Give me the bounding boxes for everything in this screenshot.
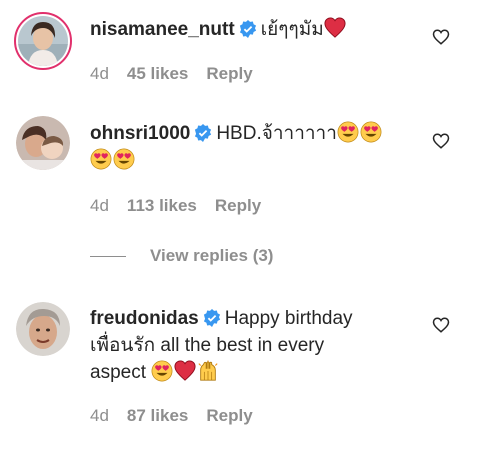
heart-eyes-emoji-icon bbox=[113, 148, 135, 170]
comment-likes[interactable]: 113 likes bbox=[127, 196, 197, 215]
reply-button[interactable]: Reply bbox=[206, 64, 252, 83]
view-replies-divider bbox=[90, 256, 126, 258]
comment-body: nisamanee_nutt เย้ๆๆมัม bbox=[90, 16, 410, 43]
comment-text-line1: Happy birthday bbox=[224, 308, 353, 329]
view-replies-label[interactable]: View replies (3) bbox=[150, 246, 273, 265]
raising-hands-emoji-icon bbox=[198, 360, 218, 381]
like-heart-icon[interactable] bbox=[432, 132, 450, 150]
reply-button[interactable]: Reply bbox=[206, 406, 252, 425]
comment-time: 4d bbox=[90, 196, 109, 215]
avatar[interactable] bbox=[14, 12, 72, 70]
comment-meta: 4d 45 likes Reply bbox=[90, 64, 271, 84]
comment-time: 4d bbox=[90, 406, 109, 425]
heart-eyes-emoji-icon bbox=[337, 121, 359, 143]
reply-button[interactable]: Reply bbox=[215, 196, 261, 215]
heart-eyes-emoji-icon bbox=[360, 121, 382, 143]
comment-text: HBD.จ้าาาาาา bbox=[216, 123, 337, 144]
comment-likes[interactable]: 45 likes bbox=[127, 64, 188, 83]
view-replies-button[interactable]: View replies (3) bbox=[90, 246, 273, 266]
avatar-image bbox=[16, 116, 70, 170]
like-heart-icon[interactable] bbox=[432, 316, 450, 334]
comment-meta: 4d 113 likes Reply bbox=[90, 196, 279, 216]
like-heart-icon[interactable] bbox=[432, 28, 450, 46]
verified-badge-icon bbox=[203, 309, 220, 327]
heart-eyes-emoji-icon bbox=[90, 148, 112, 170]
comment-username[interactable]: freudonidas bbox=[90, 308, 199, 329]
comment-username[interactable]: ohnsri1000 bbox=[90, 123, 190, 144]
comment-likes[interactable]: 87 likes bbox=[127, 406, 188, 425]
comment-text-line3: aspect bbox=[90, 362, 146, 383]
avatar-image bbox=[18, 16, 68, 66]
comment-time: 4d bbox=[90, 64, 109, 83]
verified-badge-icon bbox=[195, 124, 212, 142]
comment-body: ohnsri1000 HBD.จ้าาาาาา bbox=[90, 120, 410, 174]
comment-text: เย้ๆๆมัม bbox=[260, 19, 324, 40]
comment-text-line2: เพื่อนรัก all the best in every bbox=[90, 335, 325, 356]
comment-meta: 4d 87 likes Reply bbox=[90, 406, 271, 426]
comment-body: freudonidas Happy birthday เพื่อนรัก all t… bbox=[90, 305, 410, 386]
avatar[interactable] bbox=[16, 302, 70, 356]
heart-eyes-emoji-icon bbox=[151, 360, 173, 382]
red-heart-icon bbox=[324, 17, 346, 38]
avatar-image bbox=[16, 302, 70, 356]
verified-badge-icon bbox=[239, 20, 256, 38]
avatar[interactable] bbox=[16, 116, 70, 170]
comment-username[interactable]: nisamanee_nutt bbox=[90, 19, 235, 40]
red-heart-icon bbox=[174, 360, 196, 381]
